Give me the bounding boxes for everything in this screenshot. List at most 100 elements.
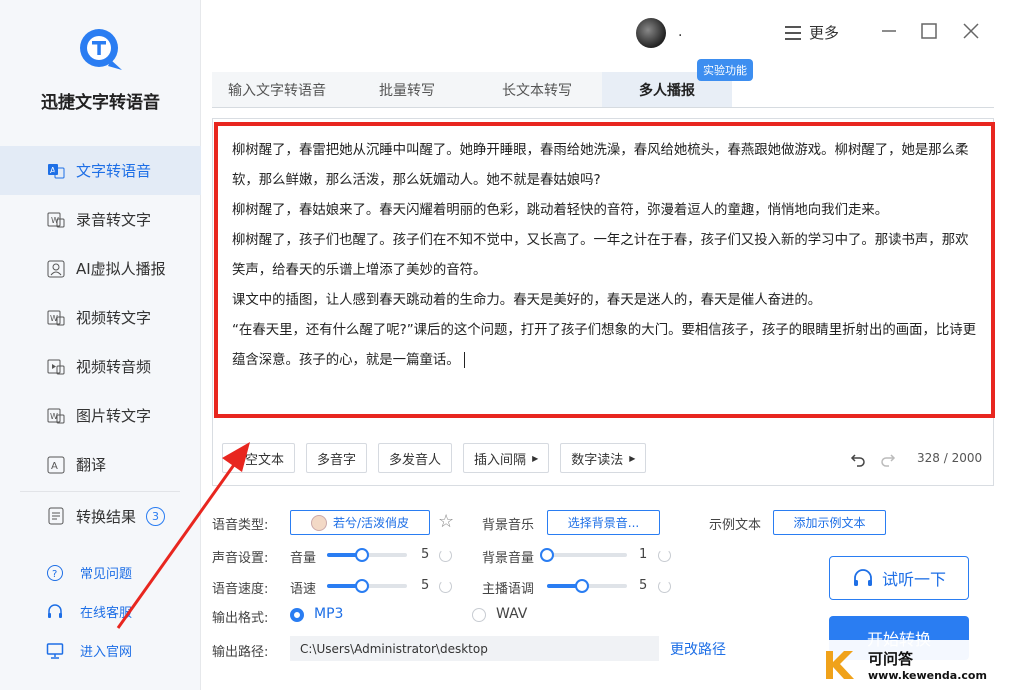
- voice-select-button[interactable]: 若兮/活泼俏皮: [290, 510, 430, 535]
- svg-text:?: ?: [52, 569, 57, 580]
- menu-icon: [785, 25, 801, 40]
- mode-tabs: 输入文字转语音 批量转写 长文本转写 多人播报: [212, 72, 994, 108]
- sidebar-item-label: 图片转文字: [76, 407, 152, 425]
- app-logo-icon: [80, 29, 122, 70]
- editor-paragraph-last: “在春天里，还有什么醒了呢?”课后的这个问题，打开了孩子们想象的大门。要相信孩子…: [232, 316, 977, 376]
- reset-icon[interactable]: [658, 580, 671, 593]
- sidebar-item-video-to-text[interactable]: W 视频转文字: [0, 293, 201, 342]
- speed-slider[interactable]: [327, 579, 407, 593]
- official-site-label: 进入官网: [80, 645, 133, 660]
- ai-avatar-icon: [46, 259, 66, 279]
- reset-icon[interactable]: [439, 580, 452, 593]
- bg-volume-label: 背景音量: [482, 551, 535, 566]
- multi-speaker-button[interactable]: 多发音人: [378, 443, 453, 473]
- sidebar-item-image-to-text[interactable]: W 图片转文字: [0, 391, 201, 440]
- output-path-field[interactable]: C:\Users\Administrator\desktop: [290, 636, 659, 661]
- headphones-icon: [853, 569, 872, 586]
- more-menu-button[interactable]: 更多: [785, 22, 839, 43]
- listen-button[interactable]: 试听一下: [829, 556, 969, 600]
- sidebar-item-label: 视频转音频: [76, 358, 152, 376]
- sidebar-item-ai-avatar[interactable]: AI虚拟人播报: [0, 244, 201, 293]
- clear-text-label: 空文本: [245, 452, 285, 468]
- star-icon[interactable]: ☆: [438, 511, 454, 532]
- recording-icon: W: [46, 210, 66, 230]
- redo-icon[interactable]: [880, 451, 896, 467]
- speed-value: 5: [421, 578, 430, 593]
- tone-value: 5: [639, 578, 648, 593]
- bg-volume-slider-knob[interactable]: [540, 548, 554, 562]
- polyphone-label: 多音字: [317, 452, 357, 468]
- tab-text-to-speech[interactable]: 输入文字转语音: [212, 72, 342, 107]
- sidebar-item-text-to-speech[interactable]: A 文字转语音: [0, 146, 201, 195]
- voice-avatar: [310, 514, 327, 531]
- sidebar-item-label: 视频转文字: [76, 309, 152, 327]
- number-read-button[interactable]: 数字读法 ▶: [560, 443, 647, 473]
- voice-type-label: 语音类型:: [212, 518, 269, 533]
- sound-settings-label: 声音设置:: [212, 551, 269, 566]
- wav-radio[interactable]: [472, 608, 486, 622]
- sidebar-item-label: AI虚拟人播报: [76, 260, 166, 278]
- add-sample-text-button[interactable]: 添加示例文本: [773, 510, 886, 535]
- wav-label: WAV: [496, 606, 528, 622]
- volume-label: 音量: [290, 551, 317, 566]
- app-name: 迅捷文字转语音: [41, 93, 160, 113]
- volume-slider-knob[interactable]: [355, 548, 369, 562]
- bg-volume-value: 1: [639, 547, 648, 562]
- sidebar-nav: A 文字转语音 W 录音转文字 AI虚拟人播报 W 视频转文字 视频转音频 W …: [0, 146, 201, 489]
- mp3-radio[interactable]: [290, 608, 304, 622]
- user-avatar[interactable]: [636, 18, 666, 48]
- speed-slider-knob[interactable]: [355, 579, 369, 593]
- sidebar-item-recording-to-text[interactable]: W 录音转文字: [0, 195, 201, 244]
- results-label: 转换结果: [76, 507, 137, 526]
- change-path-link[interactable]: 更改路径: [670, 639, 726, 659]
- sidebar-item-translate[interactable]: A 翻译: [0, 440, 201, 489]
- reset-icon[interactable]: [658, 549, 671, 562]
- multi-speaker-label: 多发音人: [389, 452, 442, 468]
- speed-section-label: 语音速度:: [212, 582, 269, 597]
- sidebar-bottom-links: ? 常见问题 在线客服 进入官网: [0, 553, 201, 670]
- sidebar-item-label: 文字转语音: [76, 162, 152, 180]
- video-text-icon: W: [46, 308, 66, 328]
- close-icon[interactable]: [962, 22, 980, 40]
- clear-text-button[interactable]: 空文本: [222, 443, 296, 473]
- text-editor[interactable]: 柳树醒了，春雷把她从沉睡中叫醒了。她睁开睡眼，春雨给她洗澡，春风给她梳头，春燕跟…: [214, 122, 995, 418]
- bg-volume-slider[interactable]: [540, 548, 627, 562]
- listen-label: 试听一下: [881, 570, 946, 589]
- speed-label: 语速: [290, 582, 317, 597]
- minimize-icon[interactable]: [880, 22, 898, 40]
- volume-value: 5: [421, 547, 430, 562]
- editor-toolbar: 空文本 多音字 多发音人 插入间隔 ▶ 数字读法 ▶: [222, 443, 657, 473]
- select-bg-music-button[interactable]: 选择背景音...: [547, 510, 660, 535]
- editor-paragraph: 柳树醒了，春姑娘来了。春天闪耀着明丽的色彩，跳动着轻快的音符，弥漫着逗人的童趣，…: [232, 203, 889, 218]
- sidebar-item-results[interactable]: 转换结果 3: [0, 493, 201, 539]
- tone-slider[interactable]: [547, 579, 627, 593]
- tab-batch[interactable]: 批量转写: [342, 72, 472, 107]
- reset-icon[interactable]: [439, 549, 452, 562]
- online-support-link[interactable]: 在线客服: [0, 592, 201, 631]
- editor-paragraph: 柳树醒了，春雷把她从沉睡中叫醒了。她睁开睡眼，春雨给她洗澡，春风给她梳头，春燕跟…: [232, 143, 969, 188]
- official-site-link[interactable]: 进入官网: [0, 631, 201, 670]
- tab-long-text[interactable]: 长文本转写: [472, 72, 602, 107]
- maximize-icon[interactable]: [920, 22, 938, 40]
- undo-icon[interactable]: [850, 451, 866, 467]
- volume-slider[interactable]: [327, 548, 407, 562]
- tone-label: 主播语调: [482, 582, 535, 597]
- online-support-label: 在线客服: [80, 606, 133, 621]
- svg-text:A: A: [51, 461, 58, 472]
- mp3-label: MP3: [314, 606, 344, 622]
- polyphone-button[interactable]: 多音字: [306, 443, 368, 473]
- sample-text-label: 示例文本: [709, 518, 762, 533]
- text-caret: [463, 352, 465, 368]
- faq-link[interactable]: ? 常见问题: [0, 553, 201, 592]
- text-to-speech-icon: A: [46, 161, 66, 181]
- headset-icon: [46, 603, 64, 621]
- triangle-right-icon: ▶: [629, 453, 636, 463]
- sidebar-item-video-to-audio[interactable]: 视频转音频: [0, 342, 201, 391]
- tone-slider-knob[interactable]: [575, 579, 589, 593]
- insert-pause-button[interactable]: 插入间隔 ▶: [463, 443, 550, 473]
- experimental-badge: 实验功能: [697, 59, 753, 81]
- format-label: 输出格式:: [212, 611, 269, 626]
- sidebar-divider: [20, 491, 180, 492]
- char-counter: 328 / 2000: [917, 451, 983, 465]
- sidebar-item-label: 翻译: [76, 456, 107, 474]
